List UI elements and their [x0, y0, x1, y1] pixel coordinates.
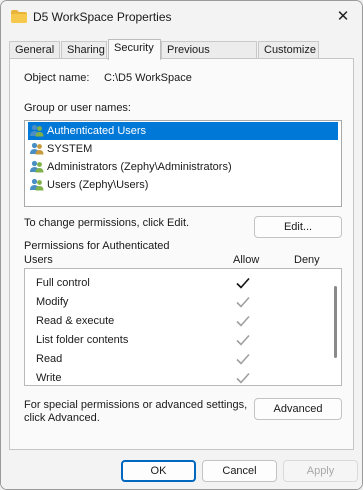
list-item-users[interactable]: Users (Zephy\Users): [28, 176, 338, 194]
allow-column-header: Allow: [233, 254, 260, 266]
apply-button[interactable]: Apply: [283, 460, 358, 482]
advanced-button[interactable]: Advanced: [254, 398, 342, 420]
permission-name: Full control: [36, 277, 90, 289]
user-group-icon: [30, 178, 44, 191]
permission-row-list-folder-contents: List folder contents: [36, 331, 332, 349]
object-name-label: Object name:: [24, 72, 90, 84]
tab-sharing[interactable]: Sharing: [61, 41, 107, 58]
group-user-list[interactable]: Authenticated Users SYSTEM Administrator…: [24, 120, 342, 207]
allow-check-icon: [236, 277, 250, 289]
title-bar: D5 WorkSpace Properties ✕: [1, 1, 362, 33]
edit-button[interactable]: Edit...: [254, 216, 342, 238]
permission-name: Read: [36, 353, 63, 365]
permissions-scrollbar[interactable]: [334, 286, 337, 358]
allow-check-icon: [236, 334, 250, 346]
window-title: D5 WorkSpace Properties: [33, 10, 172, 24]
advanced-hint: For special permissions or advanced sett…: [24, 399, 248, 411]
dialog-footer: OK Cancel Apply: [1, 450, 362, 489]
allow-check-icon: [236, 296, 250, 308]
tab-customize[interactable]: Customize: [258, 41, 319, 58]
tab-label: Security: [114, 42, 154, 54]
user-group-icon: [30, 160, 44, 173]
deny-column-header: Deny: [294, 254, 320, 266]
allow-check-icon: [236, 353, 250, 365]
permission-name: Write: [36, 372, 62, 384]
permission-row-full-control: Full control: [36, 274, 332, 292]
tab-general[interactable]: General: [9, 41, 60, 58]
permission-name: Read & execute: [36, 315, 115, 327]
tab-label: Sharing: [67, 44, 105, 56]
close-icon: ✕: [336, 8, 350, 25]
security-tab-panel: Object name: C:\D5 WorkSpace Group or us…: [9, 58, 354, 450]
tab-previous-versions[interactable]: Previous Versions: [161, 41, 257, 73]
list-item-label: SYSTEM: [47, 143, 93, 155]
permissions-list: Full control Modify Read & execute List …: [24, 268, 342, 386]
close-button[interactable]: ✕: [334, 8, 352, 26]
permissions-label-principal: Users: [24, 254, 53, 266]
cancel-button[interactable]: Cancel: [202, 460, 277, 482]
allow-check-icon: [236, 372, 250, 384]
properties-dialog: D5 WorkSpace Properties ✕ General Sharin…: [0, 0, 363, 490]
permission-row-read: Read: [36, 350, 332, 368]
allow-check-icon: [236, 315, 250, 327]
permission-name: List folder contents: [36, 334, 129, 346]
groups-label: Group or user names:: [24, 102, 131, 114]
tab-security[interactable]: Security: [108, 39, 161, 60]
user-group-icon: [30, 142, 44, 155]
permissions-label: Permissions for Authenticated: [24, 240, 170, 252]
permission-row-modify: Modify: [36, 293, 332, 311]
tab-label: General: [15, 44, 55, 56]
tab-label: Customize: [264, 44, 316, 56]
user-group-icon: [30, 124, 44, 137]
ok-button[interactable]: OK: [121, 460, 196, 482]
permission-row-write: Write: [36, 369, 332, 387]
list-item-label: Authenticated Users: [47, 125, 147, 137]
list-item-label: Administrators (Zephy\Administrators): [47, 161, 232, 173]
list-item-administrators[interactable]: Administrators (Zephy\Administrators): [28, 158, 338, 176]
list-item-authenticated-users[interactable]: Authenticated Users: [28, 122, 338, 140]
advanced-hint-line2: click Advanced.: [24, 412, 100, 424]
list-item-label: Users (Zephy\Users): [47, 179, 149, 191]
permission-row-read-execute: Read & execute: [36, 312, 332, 330]
object-name-value: C:\D5 WorkSpace: [104, 72, 192, 84]
folder-icon: [11, 10, 27, 23]
change-permissions-hint: To change permissions, click Edit.: [24, 217, 190, 229]
list-item-system[interactable]: SYSTEM: [28, 140, 338, 158]
permission-name: Modify: [36, 296, 69, 308]
